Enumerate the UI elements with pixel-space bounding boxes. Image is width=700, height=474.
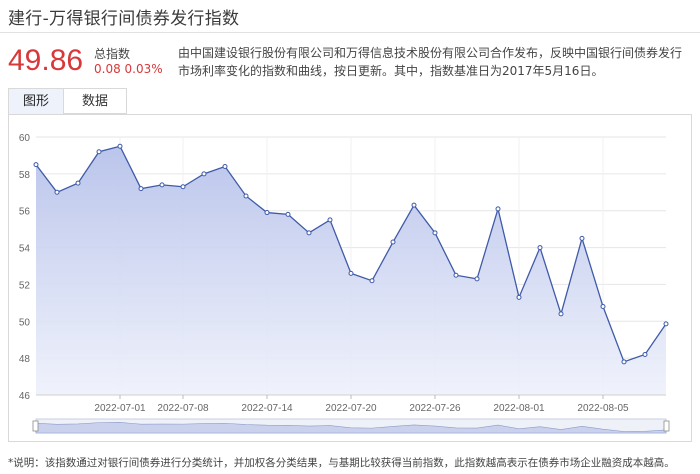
index-chart: 46 48 50 52 54 56 58 60 2022-07-01 2022-07-08 2022… <box>19 133 670 434</box>
tab-chart[interactable]: 图形 <box>8 88 64 114</box>
data-point <box>117 143 123 149</box>
data-point <box>180 184 186 190</box>
data-point <box>516 294 522 300</box>
x-tick-label: 2022-07-01 <box>94 403 146 414</box>
y-tick-label: 48 <box>19 354 31 365</box>
data-point <box>453 272 459 278</box>
navigator-handle-left <box>32 420 39 432</box>
data-point <box>621 359 627 365</box>
data-point <box>306 230 312 236</box>
data-point <box>411 202 417 208</box>
data-point <box>579 235 585 241</box>
data-point <box>474 276 480 282</box>
data-point <box>159 182 165 188</box>
index-label: 总指数 <box>94 47 131 61</box>
data-point <box>285 211 291 217</box>
y-tick-label: 52 <box>19 280 31 291</box>
data-point <box>495 206 501 212</box>
x-tick-label: 2022-07-26 <box>409 403 461 414</box>
data-point <box>348 270 354 276</box>
data-point <box>201 171 207 177</box>
data-point <box>96 149 102 155</box>
y-tick-label: 50 <box>19 317 31 328</box>
data-point <box>75 180 81 186</box>
data-point <box>558 311 564 317</box>
x-tick-label: 2022-07-08 <box>157 403 209 414</box>
y-tick-label: 54 <box>19 244 31 255</box>
index-description: 由中国建设银行股份有限公司和万得信息技术股份有限公司合作发布，反映中国银行间债券… <box>178 46 683 78</box>
data-point <box>327 217 333 223</box>
data-point <box>54 189 60 195</box>
footnote: *说明：该指数通过对银行间债券进行分类统计，并加权各分类结果，与基期比较获得当前… <box>8 457 675 469</box>
page-title: 建行-万得银行间债券发行指数 <box>8 9 240 29</box>
y-tick-label: 58 <box>19 170 31 181</box>
x-tick-label: 2022-07-20 <box>325 403 377 414</box>
data-point <box>390 239 396 245</box>
chart-panel: 46 48 50 52 54 56 58 60 2022-07-01 2022-07-08 2022… <box>8 114 692 442</box>
data-point <box>432 230 438 236</box>
x-tick-label: 2022-07-14 <box>241 403 293 414</box>
tab-data[interactable]: 数据 <box>63 88 127 114</box>
data-point <box>537 245 543 251</box>
index-change: 0.08 0.03% <box>94 62 163 76</box>
navigator-handle-right <box>663 420 670 432</box>
x-tick-label: 2022-08-01 <box>493 403 545 414</box>
data-point <box>264 210 270 216</box>
data-point <box>33 162 39 168</box>
y-tick-label: 60 <box>19 133 31 144</box>
header-divider <box>0 32 700 33</box>
data-point <box>663 321 669 327</box>
data-point <box>222 163 228 169</box>
data-point <box>642 351 648 357</box>
data-point <box>243 193 249 199</box>
data-point <box>600 304 606 310</box>
x-tick-label: 2022-08-05 <box>577 403 629 414</box>
y-tick-label: 56 <box>19 207 31 218</box>
data-point <box>138 186 144 192</box>
index-value: 49.86 <box>8 44 84 77</box>
data-point <box>369 278 375 284</box>
y-tick-label: 46 <box>19 391 31 402</box>
